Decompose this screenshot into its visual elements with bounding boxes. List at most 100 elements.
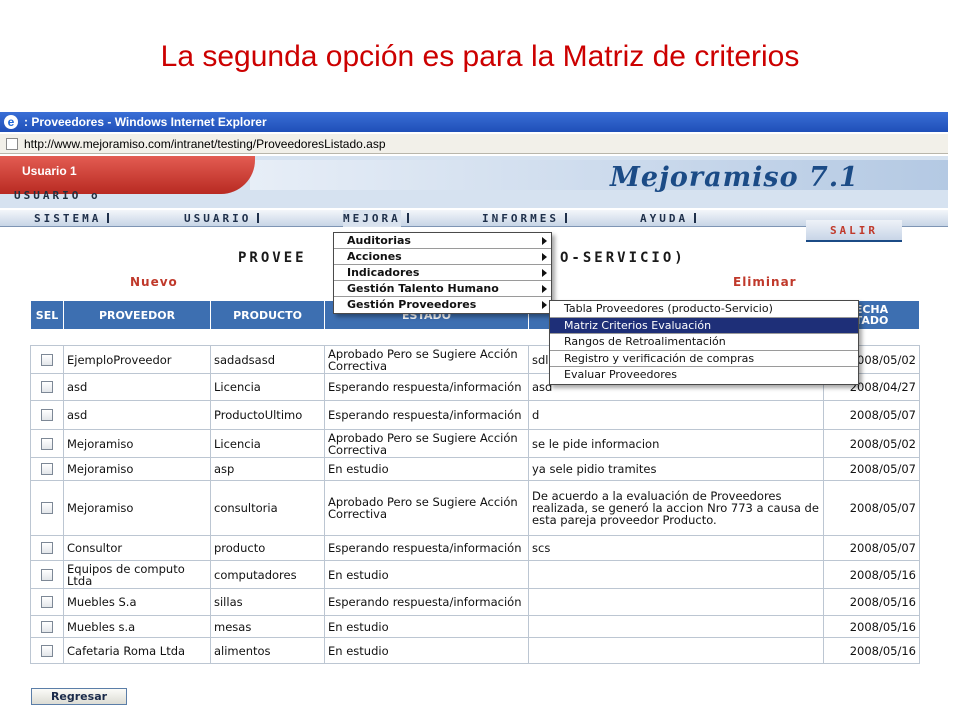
page-icon <box>6 138 18 150</box>
select-cell <box>30 560 64 589</box>
row-checkbox[interactable] <box>41 353 53 366</box>
cell-estado: En estudio <box>324 615 529 638</box>
submenu-arrow-icon <box>542 301 547 309</box>
table-row: Muebles S.a sillas Esperando respuesta/inf… <box>30 588 920 616</box>
cell-proveedor: asd <box>63 400 211 430</box>
menu-auditorias-label: Auditorias <box>347 234 411 247</box>
menu-gestion-talento-humano[interactable]: Gestión Talento Humano <box>334 281 551 297</box>
select-cell <box>30 535 64 561</box>
cell-observacion <box>528 560 824 589</box>
row-checkbox[interactable] <box>41 409 53 421</box>
cell-producto: asp <box>210 457 325 481</box>
submenu-arrow-icon <box>542 237 547 245</box>
user-role: USUARIO o <box>14 189 101 202</box>
browser-title: : Proveedores - Windows Internet Explore… <box>24 115 267 129</box>
menu-gestion-proveedores[interactable]: Gestión Proveedores <box>334 297 551 313</box>
cell-fecha: 2008/05/16 <box>823 560 920 589</box>
menu-gestion-talento-humano-label: Gestión Talento Humano <box>347 282 499 295</box>
menu-indicadores-label: Indicadores <box>347 266 420 279</box>
menu-acciones[interactable]: Acciones <box>334 249 551 265</box>
menu-indicadores[interactable]: Indicadores <box>334 265 551 281</box>
cell-fecha: 2008/05/16 <box>823 588 920 616</box>
cell-proveedor: Mejoramiso <box>63 429 211 458</box>
eliminar-link[interactable]: Eliminar <box>733 275 797 289</box>
cell-proveedor: EjemploProveedor <box>63 345 211 374</box>
cell-observacion: scs <box>528 535 824 561</box>
cell-producto: computadores <box>210 560 325 589</box>
user-name: Usuario 1 <box>22 164 77 178</box>
select-cell <box>30 588 64 616</box>
cell-proveedor: Mejoramiso <box>63 480 211 536</box>
address-bar[interactable]: http://www.mejoramiso.com/intranet/testi… <box>0 134 948 154</box>
cell-producto: alimentos <box>210 637 325 664</box>
submenu-arrow-icon <box>542 269 547 277</box>
menu-informes[interactable]: INFORMES <box>482 210 567 227</box>
row-checkbox[interactable] <box>41 502 53 514</box>
row-checkbox[interactable] <box>41 542 53 554</box>
row-checkbox[interactable] <box>41 620 53 633</box>
menu-mejora[interactable]: MEJORA <box>343 210 409 227</box>
cell-estado: Esperando respuesta/información <box>324 588 529 616</box>
row-checkbox[interactable] <box>41 437 53 450</box>
cell-observacion <box>528 637 824 664</box>
menu-auditorias[interactable]: Auditorias <box>334 233 551 249</box>
cell-estado: Esperando respuesta/información <box>324 373 529 401</box>
row-checkbox[interactable] <box>41 568 53 581</box>
row-checkbox[interactable] <box>41 644 53 657</box>
menu-sistema[interactable]: SISTEMA <box>34 210 110 227</box>
cell-estado: En estudio <box>324 560 529 589</box>
submenu-matriz-criterios[interactable]: Matriz Criterios Evaluación <box>550 317 858 334</box>
row-checkbox[interactable] <box>41 596 53 608</box>
select-cell <box>30 400 64 430</box>
select-cell <box>30 457 64 481</box>
header-proveedor[interactable]: PROVEEDOR <box>63 300 211 330</box>
select-cell <box>30 615 64 638</box>
cell-producto: producto <box>210 535 325 561</box>
cell-observacion: ya sele pidio tramites <box>528 457 824 481</box>
table-row: Mejoramiso Licencia Aprobado Pero se Sugie… <box>30 429 920 458</box>
brand-logo: Mejoramiso 7.1 <box>610 162 859 193</box>
select-cell <box>30 429 64 458</box>
table-row: Muebles s.a mesas En estudio 2008/05/16 <box>30 615 920 638</box>
submenu-evaluar-proveedores[interactable]: Evaluar Proveedores <box>550 367 858 384</box>
menu-ayuda[interactable]: AYUDA <box>640 210 697 227</box>
menu-acciones-label: Acciones <box>347 250 402 263</box>
row-checkbox[interactable] <box>41 463 53 475</box>
app-header: Usuario 1 USUARIO o Mejoramiso 7.1 <box>0 156 948 208</box>
cell-observacion: d <box>528 400 824 430</box>
submenu-arrow-icon <box>542 253 547 261</box>
table-row: Cafetaria Roma Ltda alimentos En estudio 20… <box>30 637 920 664</box>
cell-producto: mesas <box>210 615 325 638</box>
submenu-tabla-proveedores[interactable]: Tabla Proveedores (producto-Servicio) <box>550 301 858 318</box>
slide-title: La segunda opción es para la Matriz de c… <box>160 40 800 73</box>
cell-observacion: De acuerdo a la evaluación de Proveedore… <box>528 480 824 536</box>
table-row: Equipos de computo Ltda computadores En es… <box>30 560 920 589</box>
nuevo-link[interactable]: Nuevo <box>130 275 178 289</box>
submenu-registro-compras[interactable]: Registro y verificación de compras <box>550 351 858 367</box>
internet-explorer-icon: e <box>4 115 18 129</box>
cell-producto: Licencia <box>210 429 325 458</box>
regresar-button[interactable]: Regresar <box>31 688 127 705</box>
cell-estado: Esperando respuesta/información <box>324 535 529 561</box>
cell-proveedor: Equipos de computo Ltda <box>63 560 211 589</box>
menu-usuario[interactable]: USUARIO <box>184 210 260 227</box>
cell-proveedor: Muebles S.a <box>63 588 211 616</box>
header-sel[interactable]: SEL <box>30 300 64 330</box>
cell-fecha: 2008/05/07 <box>823 457 920 481</box>
select-cell <box>30 373 64 401</box>
logout-button[interactable]: SALIR <box>806 220 902 242</box>
cell-estado: En estudio <box>324 457 529 481</box>
address-url[interactable]: http://www.mejoramiso.com/intranet/testi… <box>24 137 386 151</box>
submenu-rangos-retroalimentacion[interactable]: Rangos de Retroalimentación <box>550 334 858 351</box>
header-producto[interactable]: PRODUCTO <box>210 300 325 330</box>
cell-estado: Esperando respuesta/información <box>324 400 529 430</box>
cell-proveedor: Muebles s.a <box>63 615 211 638</box>
cell-fecha: 2008/05/07 <box>823 480 920 536</box>
select-cell <box>30 480 64 536</box>
cell-fecha: 2008/05/16 <box>823 615 920 638</box>
row-checkbox[interactable] <box>41 381 53 393</box>
submenu-arrow-icon <box>542 285 547 293</box>
cell-producto: ProductoUltimo <box>210 400 325 430</box>
page-heading-right: O-SERVICIO) <box>560 250 686 266</box>
cell-fecha: 2008/05/02 <box>823 429 920 458</box>
